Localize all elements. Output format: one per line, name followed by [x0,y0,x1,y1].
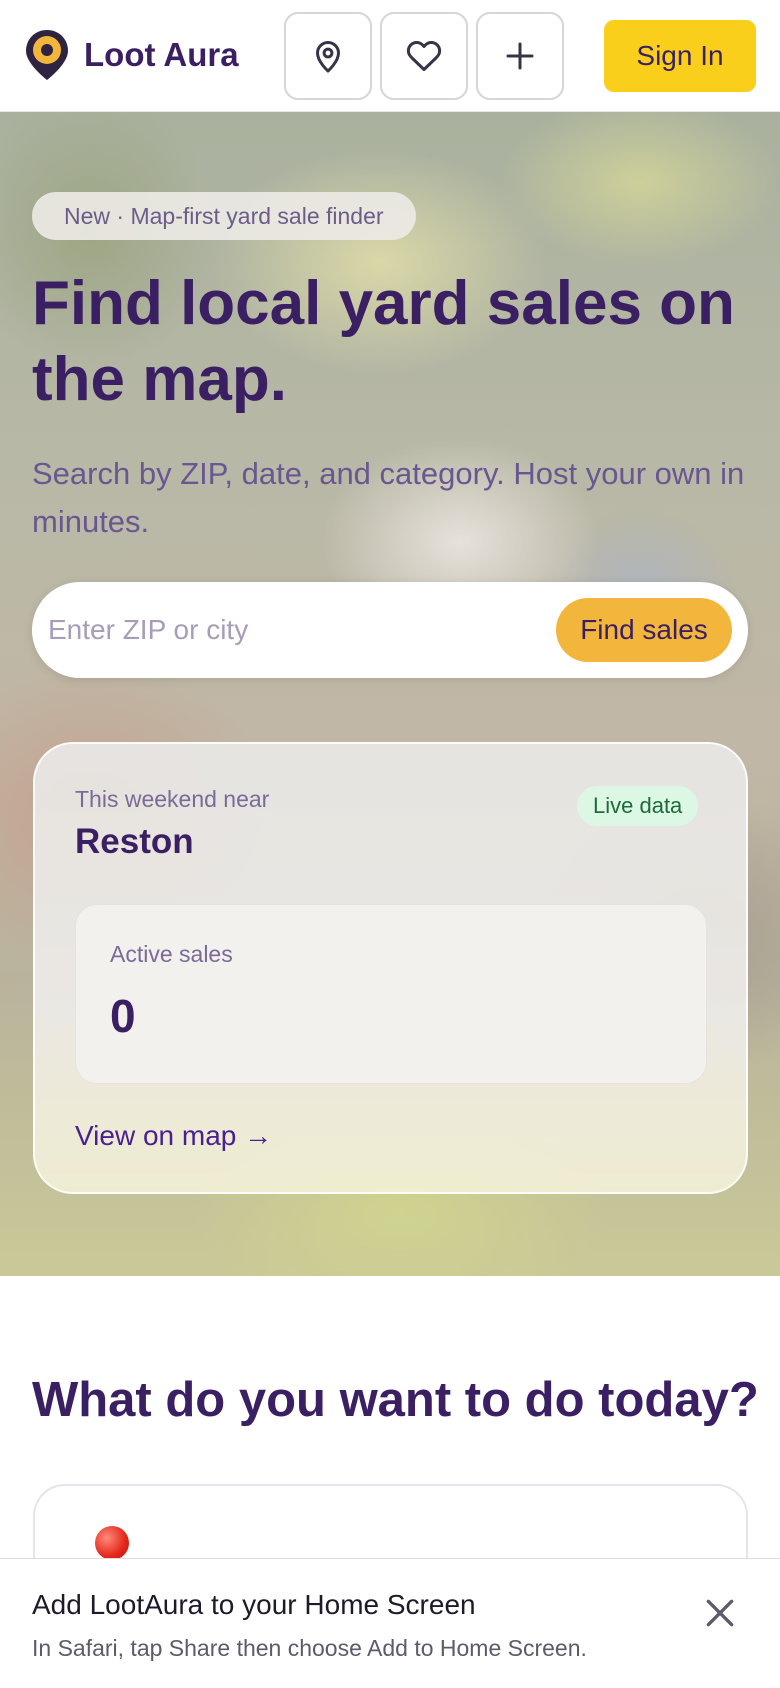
brand-name: Loot Aura [84,36,239,73]
live-data-badge: Live data [577,786,699,826]
city-name: Reston [75,822,194,861]
search-bar: Find sales [32,582,748,678]
near-label: This weekend near [75,786,270,812]
active-sales-label: Active sales [110,941,233,967]
weekend-summary-card: This weekend near Reston Live data Activ… [33,742,748,1194]
sign-in-button[interactable]: Sign In [604,20,756,92]
section-title: What do you want to do today? [32,1373,759,1427]
red-pin-emoji-icon [95,1526,129,1560]
add-sale-button[interactable] [476,12,564,100]
find-sales-button[interactable]: Find sales [556,598,732,662]
heart-icon [406,40,442,71]
plus-icon [506,42,534,70]
map-pin-icon [316,41,340,73]
view-on-map-link[interactable]: View on map → [75,1120,272,1152]
map-button[interactable] [284,12,372,100]
logo-pin-icon [26,30,68,80]
close-icon[interactable] [700,1593,740,1633]
add-to-home-screen-banner: Add LootAura to your Home Screen In Safa… [0,1558,780,1688]
favorites-button[interactable] [380,12,468,100]
hero-title: Find local yard sales on the map. [32,269,735,414]
zip-city-search-input[interactable] [48,600,548,660]
new-feature-badge: New · Map-first yard sale finder [32,192,416,240]
banner-title: Add LootAura to your Home Screen [32,1589,476,1620]
top-navbar: Loot Aura Sign In [0,0,780,112]
active-sales-stat: Active sales 0 [75,904,707,1084]
hero-subtitle: Search by ZIP, date, and category. Host … [32,456,745,539]
hero-section: New · Map-first yard sale finder Find lo… [0,112,780,1276]
brand-logo-link[interactable]: Loot Aura [24,28,239,82]
active-sales-count: 0 [110,990,136,1042]
banner-subtitle: In Safari, tap Share then choose Add to … [32,1635,587,1661]
